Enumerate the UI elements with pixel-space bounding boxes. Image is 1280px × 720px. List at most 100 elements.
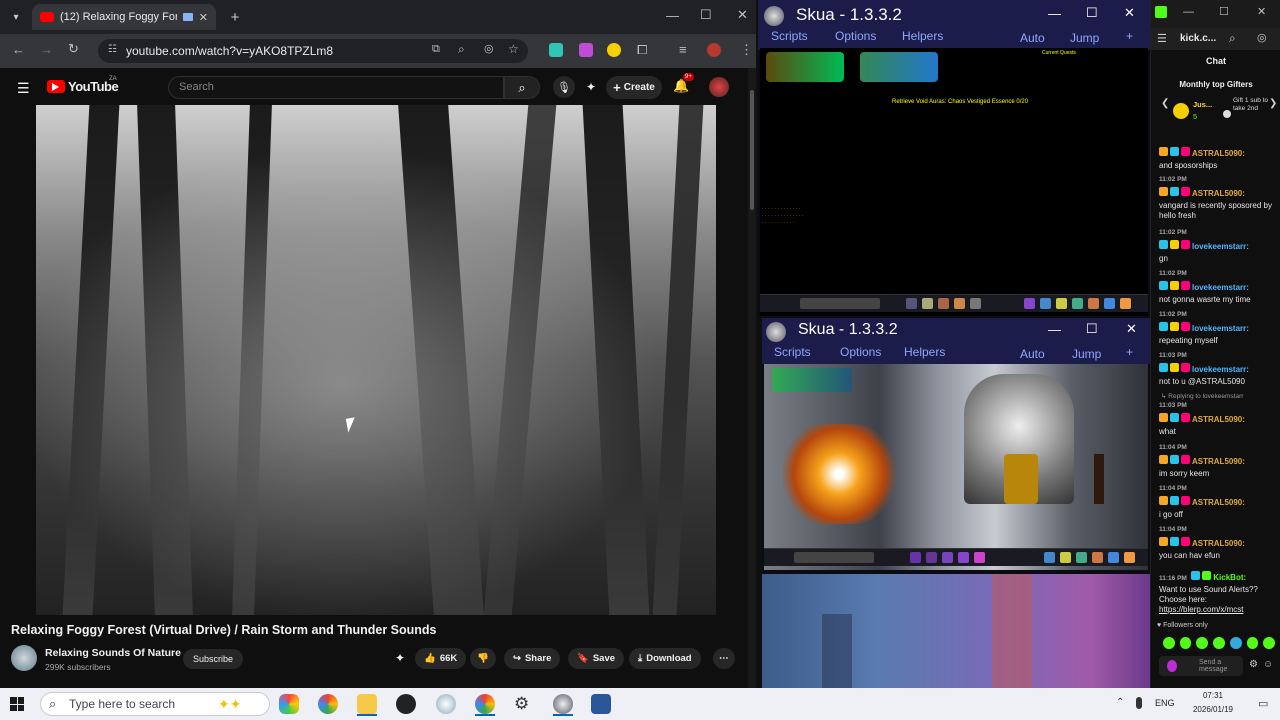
tray-mic-icon[interactable]: [1136, 697, 1142, 709]
extension-1-icon[interactable]: [549, 43, 563, 57]
skua2-game-view[interactable]: [764, 364, 1148, 570]
skua2-maximize[interactable]: ☐: [1086, 321, 1098, 337]
maximize-button[interactable]: ☐: [700, 7, 712, 23]
chat-settings-icon[interactable]: ⚙: [1249, 659, 1258, 670]
menu-slot[interactable]: [1044, 552, 1055, 563]
chat-username[interactable]: ASTRAL5090:: [1192, 498, 1245, 507]
game-action-bar[interactable]: [760, 294, 1148, 312]
chat-username[interactable]: KickBot:: [1213, 573, 1246, 582]
game-action-bar[interactable]: [764, 548, 1148, 566]
zoom-icon[interactable]: ⌕: [458, 42, 465, 57]
chat-username[interactable]: lovekeemstarr:: [1192, 283, 1249, 292]
skill-slot[interactable]: [974, 552, 985, 563]
hamburger-menu-icon[interactable]: ☰: [17, 80, 30, 97]
close-window-button[interactable]: ✕: [737, 7, 748, 23]
skua2-menu-jump[interactable]: Jump: [1072, 347, 1101, 361]
menu-slot[interactable]: [1124, 552, 1135, 563]
skua1-menu-scripts[interactable]: Scripts: [771, 29, 808, 43]
youtube-search-input[interactable]: Search: [168, 76, 504, 99]
skua1-maximize[interactable]: ☐: [1086, 5, 1098, 21]
skua1-minimize[interactable]: —: [1048, 6, 1061, 21]
kick-minimize[interactable]: —: [1183, 6, 1194, 18]
skill-slot[interactable]: [958, 552, 969, 563]
menu-slot[interactable]: [1060, 552, 1071, 563]
skua1-menu-options[interactable]: Options: [835, 29, 876, 43]
cast-icon[interactable]: ⧉: [432, 43, 440, 56]
chat-username[interactable]: ASTRAL5090:: [1192, 189, 1245, 198]
chat-link[interactable]: https://blerp.com/x/mcst: [1159, 605, 1277, 615]
taskbar-skua-icon[interactable]: [553, 694, 573, 714]
taskbar-app-icon[interactable]: [279, 694, 299, 714]
extension-2-icon[interactable]: [579, 43, 593, 57]
emote-icon[interactable]: [1179, 637, 1192, 649]
search-button[interactable]: ⌕: [504, 76, 540, 99]
bookmark-star-icon[interactable]: ☆: [508, 42, 519, 56]
taskbar-highlight-icon[interactable]: ✦✦: [218, 696, 241, 713]
emote-bar[interactable]: [1163, 637, 1276, 649]
skill-slot[interactable]: [954, 298, 965, 309]
gifters-next-icon[interactable]: ❯: [1269, 98, 1277, 109]
back-icon[interactable]: ←: [12, 42, 25, 57]
scrollbar-thumb[interactable]: [750, 90, 754, 210]
skua1-menu-jump[interactable]: Jump: [1070, 31, 1099, 45]
skua2-minimize[interactable]: —: [1048, 322, 1061, 337]
kick-maximize[interactable]: ☐: [1219, 5, 1229, 18]
skua2-menu-auto[interactable]: Auto: [1020, 347, 1045, 361]
gemini-ask-icon[interactable]: ✦: [395, 651, 405, 665]
chat-username[interactable]: lovekeemstarr:: [1192, 365, 1249, 374]
skua1-menu-plus[interactable]: +: [1126, 29, 1133, 43]
new-tab-button[interactable]: +: [226, 8, 244, 26]
kick-menu-icon[interactable]: ☰: [1157, 32, 1167, 45]
tray-chevron-icon[interactable]: ⌃: [1116, 697, 1124, 708]
emote-icon[interactable]: [1213, 637, 1225, 649]
emote-icon[interactable]: [1229, 637, 1242, 649]
chrome-menu-icon[interactable]: ⋮: [740, 42, 753, 58]
download-button[interactable]: ⤓ Download: [629, 648, 701, 669]
menu-slot[interactable]: [1024, 298, 1035, 309]
kick-url[interactable]: kick.c...: [1180, 33, 1216, 44]
emote-icon[interactable]: [1196, 637, 1209, 649]
menu-slot[interactable]: [1040, 298, 1051, 309]
chat-username[interactable]: ASTRAL5090:: [1192, 415, 1245, 424]
notification-center-icon[interactable]: ▭: [1258, 697, 1268, 710]
kick-hide-icon[interactable]: ◎: [1257, 31, 1267, 44]
tray-date[interactable]: 2026/01/19: [1186, 705, 1240, 714]
emote-icon[interactable]: [1163, 637, 1175, 649]
taskbar-obs-icon[interactable]: [396, 694, 416, 714]
taskbar-explorer-icon[interactable]: [357, 694, 377, 714]
menu-slot[interactable]: [1076, 552, 1087, 563]
skua1-game-view[interactable]: Current Quests Retrieve Void Auras: Chao…: [760, 48, 1148, 316]
taskbar-settings-icon[interactable]: ⚙: [514, 694, 529, 714]
voice-search-icon[interactable]: 🎙: [553, 76, 575, 98]
address-bar[interactable]: ☷ youtube.com/watch?v=yAKO8TPZLm8 ⧉ ⌕ ◎ …: [98, 39, 528, 63]
chat-username[interactable]: lovekeemstarr:: [1192, 242, 1249, 251]
extensions-puzzle-icon[interactable]: ⧠: [637, 42, 647, 58]
more-actions-button[interactable]: ⋯: [713, 648, 735, 669]
skua2-menu-options[interactable]: Options: [840, 345, 881, 359]
reload-icon[interactable]: ↻: [68, 41, 79, 57]
close-tab-icon[interactable]: ✕: [199, 11, 208, 24]
skill-slot[interactable]: [926, 552, 937, 563]
menu-slot[interactable]: [1088, 298, 1099, 309]
skua2-menu-helpers[interactable]: Helpers: [904, 345, 945, 359]
chat-username[interactable]: ASTRAL5090:: [1192, 457, 1245, 466]
extension-3-icon[interactable]: [607, 43, 621, 57]
skill-slot[interactable]: [910, 552, 921, 563]
kick-search-icon[interactable]: ⌕: [1229, 31, 1236, 46]
profile-avatar[interactable]: [707, 43, 721, 57]
skua2-menu-plus[interactable]: +: [1126, 345, 1133, 359]
skill-slot[interactable]: [938, 298, 949, 309]
channel-name[interactable]: Relaxing Sounds Of Nature: [45, 647, 181, 659]
taskbar-chrome-icon[interactable]: [475, 694, 495, 714]
gemini-icon[interactable]: ✦: [581, 77, 601, 97]
skill-slot[interactable]: [906, 298, 917, 309]
minimize-button[interactable]: —: [666, 8, 679, 23]
skua1-menu-auto[interactable]: Auto: [1020, 31, 1045, 45]
channel-avatar[interactable]: [11, 645, 37, 671]
skua1-close[interactable]: ✕: [1124, 5, 1135, 21]
media-control-icon[interactable]: ≡: [679, 42, 687, 57]
hide-icon[interactable]: ◎: [484, 42, 494, 55]
chat-users-icon[interactable]: ☺: [1263, 659, 1273, 670]
forward-icon[interactable]: →: [40, 42, 53, 57]
dislike-button[interactable]: 👎: [470, 648, 496, 669]
